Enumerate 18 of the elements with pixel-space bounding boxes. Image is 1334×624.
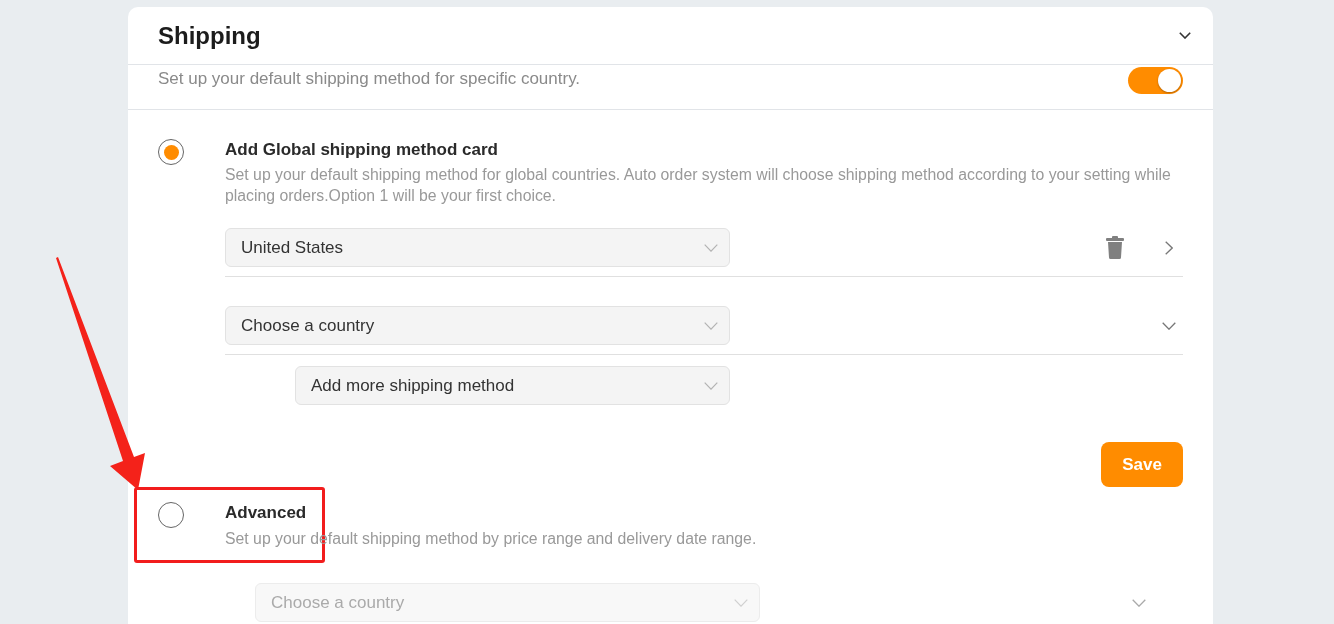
option-description: Set up your default shipping method for global countries. Auto order system will choose shipping method according to your setting while placing orders.Option 1 will be your first choice. [225, 165, 1172, 206]
dropdown-field[interactable]: United States [225, 228, 730, 267]
option-title: Advanced [225, 502, 308, 524]
chevron-right-icon[interactable] [1165, 240, 1173, 255]
toggle-switch[interactable] [1128, 67, 1183, 94]
chevron-down-icon[interactable] [1179, 32, 1191, 39]
trash-icon[interactable] [1106, 236, 1124, 259]
dropdown-field[interactable]: Choose a country [225, 306, 730, 345]
chevron-down-icon [704, 381, 718, 390]
dropdown-field[interactable]: Add more shipping method [295, 366, 730, 405]
chevron-down-icon [704, 321, 718, 330]
chevron-down-icon [704, 243, 718, 252]
section-title: Shipping [158, 20, 261, 51]
radio-button[interactable] [158, 139, 184, 165]
section-description: Set up your default shipping method for specific country. [158, 68, 581, 90]
radio-button[interactable] [158, 502, 184, 528]
chevron-down-icon [734, 598, 748, 607]
option-title: Add Global shipping method card [225, 139, 499, 161]
